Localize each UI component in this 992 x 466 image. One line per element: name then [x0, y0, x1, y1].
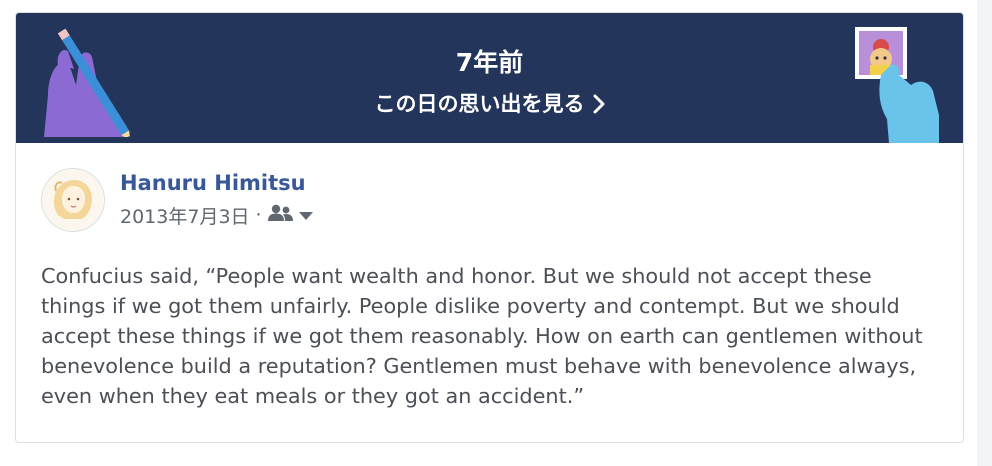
caret-down-icon[interactable] [298, 204, 314, 226]
author-name-link[interactable]: Hanuru Himitsu [120, 171, 306, 195]
post-body-text: Confucius said, “People want wealth and … [41, 264, 923, 408]
hand-holding-photo-illustration [855, 27, 939, 143]
page-edge-strip [977, 0, 992, 466]
memory-card: 7年前 この日の思い出を見る Hanuru Himitsu 2013年7月3日 … [15, 12, 964, 443]
avatar-illustration [42, 169, 104, 231]
years-ago-label: 7年前 [455, 48, 524, 77]
friends-icon[interactable] [267, 204, 294, 227]
memories-banner: 7年前 この日の思い出を見る [16, 13, 963, 143]
chevron-right-icon [593, 94, 605, 119]
see-memories-label: この日の思い出を見る [374, 92, 585, 116]
author-avatar[interactable] [41, 168, 105, 232]
post-meta: 2013年7月3日 · [120, 202, 314, 228]
post-date-link[interactable]: 2013年7月3日 [120, 202, 250, 229]
see-memories-link[interactable]: この日の思い出を見る [16, 88, 963, 119]
meta-separator: · [255, 204, 262, 226]
hand-holding-pencil-illustration [44, 28, 131, 137]
